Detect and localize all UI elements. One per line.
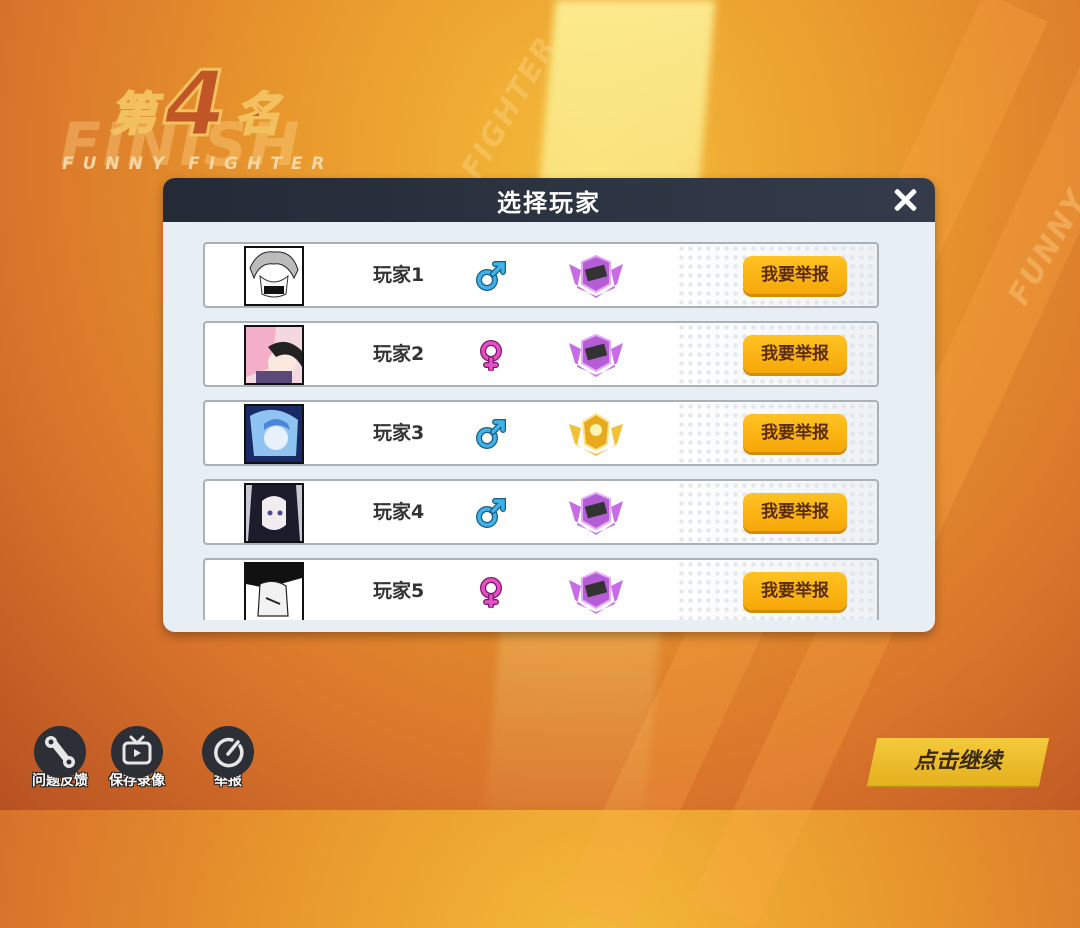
player-row: 玩家2 我要举报 [203, 321, 879, 387]
rank-badge-purple-icon [569, 254, 623, 298]
rank-badge-purple-icon [569, 491, 623, 535]
gauge-icon [202, 726, 254, 778]
male-icon [476, 498, 506, 528]
player-row: 玩家1 我要举报 [203, 242, 879, 308]
report-button[interactable]: 我要举报 [743, 256, 847, 294]
player-name: 玩家1 [373, 264, 425, 286]
report-button[interactable]: 我要举报 [743, 414, 847, 452]
player-avatar [244, 483, 304, 543]
dialog-header: 选择玩家 [163, 178, 935, 222]
player-avatar [244, 246, 304, 306]
select-player-dialog: 选择玩家 玩家1 我要举报 玩家2 我要举报 玩家3 我要举报 玩家4 我要举报… [163, 178, 935, 632]
rank-number: 4 [163, 52, 229, 157]
rank-badge-gold-icon [569, 412, 623, 456]
player-name: 玩家5 [373, 580, 425, 602]
player-row: 玩家5 我要举报 [203, 558, 879, 620]
save-replay-button[interactable]: 保存录像 [107, 726, 167, 790]
rank-badge-purple-icon [569, 570, 623, 614]
rank-suffix: 名 [234, 86, 282, 142]
rank-prefix: 第 [109, 86, 157, 142]
player-list[interactable]: 玩家1 我要举报 玩家2 我要举报 玩家3 我要举报 玩家4 我要举报 玩家5 … [203, 242, 879, 620]
male-icon [476, 419, 506, 449]
player-row: 玩家3 我要举报 [203, 400, 879, 466]
continue-label[interactable]: 点击继续 [872, 738, 1044, 786]
dialog-title: 选择玩家 [497, 188, 601, 217]
female-icon [480, 577, 502, 608]
player-avatar [244, 325, 304, 385]
feedback-button[interactable]: 问题反馈 [30, 726, 90, 790]
player-avatar [244, 562, 304, 620]
report-tool-button[interactable]: 举报 [198, 726, 258, 790]
female-icon [480, 340, 502, 371]
report-button[interactable]: 我要举报 [743, 572, 847, 610]
report-button[interactable]: 我要举报 [743, 493, 847, 531]
male-icon [476, 261, 506, 291]
player-name: 玩家4 [373, 501, 425, 523]
report-button[interactable]: 我要举报 [743, 335, 847, 373]
player-name: 玩家3 [373, 422, 425, 444]
close-icon[interactable] [891, 186, 919, 214]
tv-icon [111, 726, 163, 778]
wrench-icon [34, 726, 86, 778]
player-row: 玩家4 我要举报 [203, 479, 879, 545]
player-avatar [244, 404, 304, 464]
player-name: 玩家2 [373, 343, 425, 365]
rank-display: 第 4 名 [109, 52, 282, 157]
rank-subtitle: FUNNY FIGHTER [62, 154, 334, 174]
rank-badge-purple-icon [569, 333, 623, 377]
